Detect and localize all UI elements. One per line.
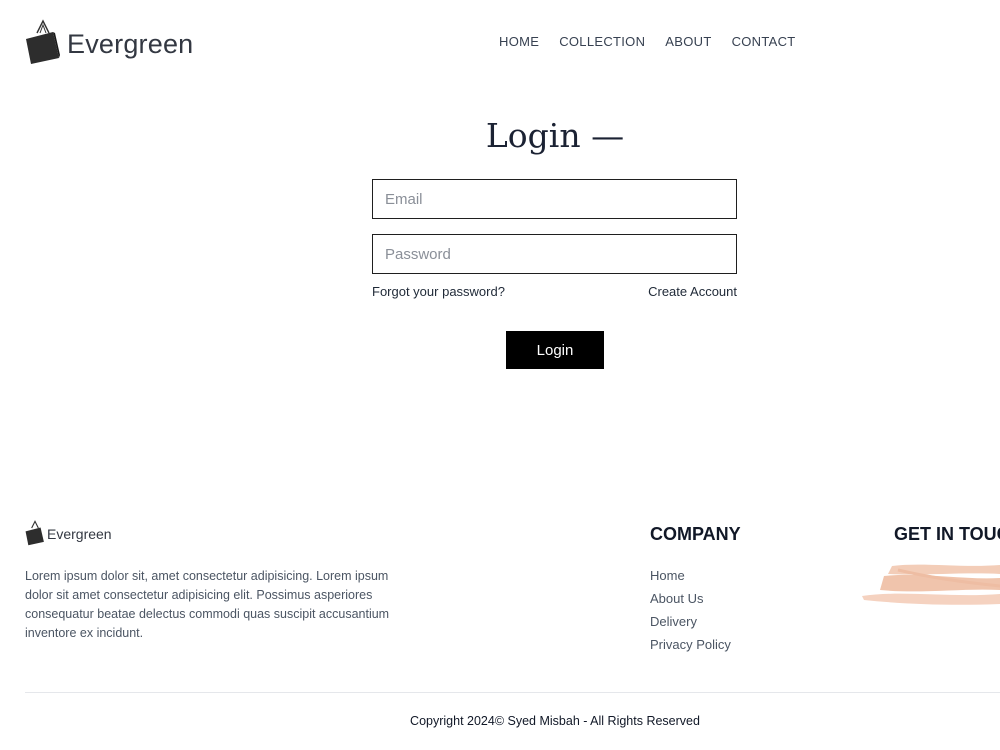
footer-link-privacy-policy[interactable]: Privacy Policy — [650, 637, 731, 660]
email-field[interactable] — [372, 179, 737, 219]
footer-link-about-us[interactable]: About Us — [650, 591, 731, 614]
copyright: Copyright 2024© Syed Misbah - All Rights… — [410, 714, 700, 728]
footer-logo: Evergreen — [25, 520, 112, 546]
brand-name: Evergreen — [67, 28, 194, 59]
form-links: Forgot your password? Create Account — [372, 284, 737, 299]
get-in-touch-heading: GET IN TOUCH — [894, 524, 1000, 544]
brand-logo[interactable]: Evergreen — [25, 19, 193, 65]
nav-about[interactable]: ABOUT — [665, 34, 711, 49]
password-field[interactable] — [372, 234, 737, 274]
company-links: Home About Us Delivery Privacy Policy — [650, 568, 731, 660]
shopping-bag-icon — [25, 520, 44, 546]
footer-brand-name: Evergreen — [47, 526, 112, 542]
create-account-link[interactable]: Create Account — [648, 284, 737, 299]
footer-description: Lorem ipsum dolor sit, amet consectetur … — [25, 569, 390, 640]
main-nav: HOME COLLECTION ABOUT CONTACT — [499, 34, 796, 49]
nav-contact[interactable]: CONTACT — [732, 34, 796, 49]
nav-home[interactable]: HOME — [499, 34, 539, 49]
company-heading: COMPANY — [650, 524, 741, 544]
footer-link-home[interactable]: Home — [650, 568, 731, 591]
redacted-contact-info — [862, 564, 1000, 605]
footer-divider — [25, 692, 1000, 693]
footer-link-delivery[interactable]: Delivery — [650, 614, 731, 637]
page-title: Login — — [485, 116, 625, 155]
shopping-bag-icon — [26, 19, 60, 64]
login-button[interactable]: Login — [506, 331, 604, 369]
forgot-password-link[interactable]: Forgot your password? — [372, 284, 505, 299]
nav-collection[interactable]: COLLECTION — [559, 34, 645, 49]
